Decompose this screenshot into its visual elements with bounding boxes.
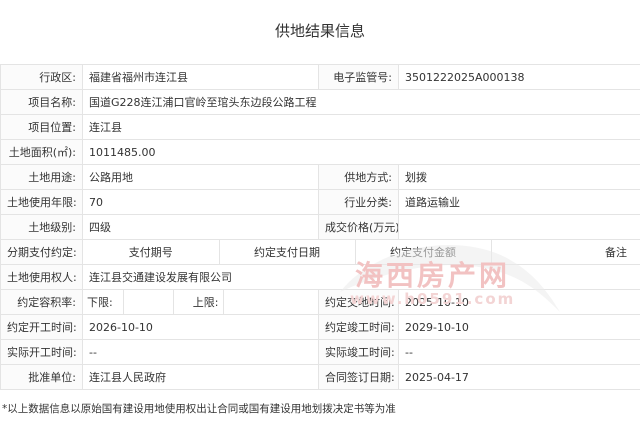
supply-method-label: 供地方式: bbox=[318, 164, 399, 190]
district-value: 福建省福州市连江县 bbox=[82, 64, 319, 90]
table-row: 土地级别: 四级 成交价格(万元): bbox=[0, 214, 640, 240]
contract-date-value: 2025-04-17 bbox=[398, 364, 640, 390]
industry-value: 道路运输业 bbox=[398, 189, 640, 215]
supervision-no-label: 电子监管号: bbox=[318, 64, 399, 90]
table-row: 土地使用年限: 70 行业分类: 道路运输业 bbox=[0, 189, 640, 215]
land-supply-detail-table: 行政区: 福建省福州市连江县 电子监管号: 3501222025A000138 … bbox=[0, 64, 640, 390]
lower-limit-value bbox=[123, 290, 174, 314]
actual-completion-label: 实际竣工时间: bbox=[318, 339, 399, 365]
project-name-value: 国道G228连江浦口官岭至琯头东边段公路工程 bbox=[82, 89, 640, 115]
table-row: 项目名称: 国道G228连江浦口官岭至琯头东边段公路工程 bbox=[0, 89, 640, 115]
project-name-label: 项目名称: bbox=[0, 89, 83, 115]
footnote: *以上数据信息以原始国有建设用地使用权出让合同或国有建设用地划拨决定书等为准 bbox=[2, 403, 396, 415]
start-date-label: 约定开工时间: bbox=[0, 314, 83, 340]
land-use-label: 土地用途: bbox=[0, 164, 83, 190]
table-row: 土地面积(㎡): 1011485.00 bbox=[0, 139, 640, 165]
table-row: 项目位置: 连江县 bbox=[0, 114, 640, 140]
land-grade-label: 土地级别: bbox=[0, 214, 83, 240]
installment-table: 支付期号 约定支付日期 约定支付金额 备注 bbox=[83, 240, 640, 264]
table-row: 土地使用权人: 连江县交通建设发展有限公司 bbox=[0, 264, 640, 290]
project-location-value: 连江县 bbox=[82, 114, 640, 140]
delivery-date-value: 2025-10-10 bbox=[398, 289, 640, 315]
land-grade-value: 四级 bbox=[82, 214, 319, 240]
installment-header-date: 约定支付日期 bbox=[219, 240, 356, 264]
price-value bbox=[398, 214, 640, 240]
land-area-value: 1011485.00 bbox=[82, 139, 640, 165]
upper-limit-label: 上限: bbox=[173, 290, 224, 314]
plot-ratio-limits: 下限: 上限: bbox=[83, 290, 318, 314]
district-label: 行政区: bbox=[0, 64, 83, 90]
price-label: 成交价格(万元): bbox=[318, 214, 399, 240]
table-row: 分期支付约定: 支付期号 约定支付日期 约定支付金额 备注 bbox=[0, 239, 640, 265]
page-title: 供地结果信息 bbox=[274, 22, 365, 40]
start-date-value: 2026-10-10 bbox=[82, 314, 319, 340]
approval-unit-value: 连江县人民政府 bbox=[82, 364, 319, 390]
upper-limit-value bbox=[223, 291, 318, 314]
installment-header-amount: 约定支付金额 bbox=[355, 240, 492, 264]
table-row: 实际开工时间: -- 实际竣工时间: -- bbox=[0, 339, 640, 365]
use-years-label: 土地使用年限: bbox=[0, 189, 83, 215]
actual-start-label: 实际开工时间: bbox=[0, 339, 83, 365]
completion-date-value: 2029-10-10 bbox=[398, 314, 640, 340]
actual-start-value: -- bbox=[82, 339, 319, 365]
supply-method-value: 划拨 bbox=[398, 164, 640, 190]
table-row: 约定容积率: 下限: 上限: 约定交地时间: 2025-10-10 bbox=[0, 289, 640, 315]
use-years-value: 70 bbox=[82, 189, 319, 215]
installment-header-remark: 备注 bbox=[605, 246, 627, 259]
lower-limit-label: 下限: bbox=[83, 290, 124, 314]
table-row: 行政区: 福建省福州市连江县 电子监管号: 3501222025A000138 bbox=[0, 64, 640, 90]
delivery-date-label: 约定交地时间: bbox=[318, 289, 399, 315]
land-area-label: 土地面积(㎡): bbox=[0, 139, 83, 165]
table-row: 土地用途: 公路用地 供地方式: 划拨 bbox=[0, 164, 640, 190]
project-location-label: 项目位置: bbox=[0, 114, 83, 140]
approval-unit-label: 批准单位: bbox=[0, 364, 83, 390]
table-row: 批准单位: 连江县人民政府 合同签订日期: 2025-04-17 bbox=[0, 364, 640, 390]
plot-ratio-limits-cell: 下限: 上限: bbox=[82, 289, 319, 315]
contract-date-label: 合同签订日期: bbox=[318, 364, 399, 390]
installment-header-row: 支付期号 约定支付日期 约定支付金额 备注 bbox=[83, 240, 640, 264]
installment-label: 分期支付约定: bbox=[0, 239, 83, 265]
table-row: 约定开工时间: 2026-10-10 约定竣工时间: 2029-10-10 bbox=[0, 314, 640, 340]
installment-header-cell: 支付期号 约定支付日期 约定支付金额 备注 bbox=[82, 239, 640, 265]
actual-completion-value: -- bbox=[398, 339, 640, 365]
land-use-value: 公路用地 bbox=[82, 164, 319, 190]
completion-date-label: 约定竣工时间: bbox=[318, 314, 399, 340]
land-user-value: 连江县交通建设发展有限公司 bbox=[82, 264, 640, 290]
industry-label: 行业分类: bbox=[318, 189, 399, 215]
supervision-no-value: 3501222025A000138 bbox=[398, 64, 640, 90]
installment-header-period: 支付期号 bbox=[83, 240, 220, 264]
plot-ratio-label: 约定容积率: bbox=[0, 289, 83, 315]
land-user-label: 土地使用权人: bbox=[0, 264, 83, 290]
